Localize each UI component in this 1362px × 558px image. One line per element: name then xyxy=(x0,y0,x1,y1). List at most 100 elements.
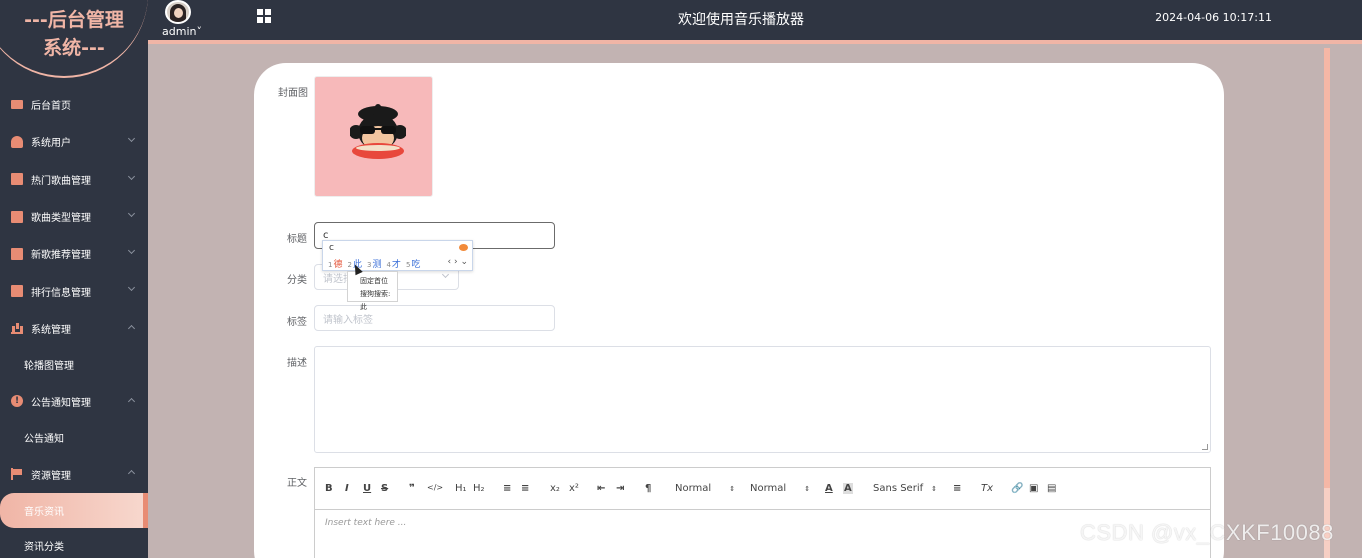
strike-button[interactable]: S xyxy=(381,483,388,494)
sidebar-item-hot-songs[interactable]: 热门歌曲管理 xyxy=(0,161,148,198)
candidate-text: 德 xyxy=(333,260,343,270)
chevron-down-icon xyxy=(127,284,136,292)
sidebar-item-label: 系统管理 xyxy=(31,324,71,336)
font-family-value: Sans Serif xyxy=(873,483,924,494)
italic-button[interactable]: I xyxy=(345,483,349,494)
sidebar-menu: 后台首页 系统用户 热门歌曲管理 歌曲类型管理 新歌推荐管理 排行信息管理 系统… xyxy=(0,86,148,558)
ime-candidate[interactable]: 4才 xyxy=(386,257,400,270)
body-label: 正文 xyxy=(287,478,307,489)
sidebar-item-label: 轮播图管理 xyxy=(24,361,74,373)
flag-icon xyxy=(11,468,23,481)
bullet-list-button[interactable]: ≡ xyxy=(521,483,529,494)
blockquote-button[interactable]: ❞ xyxy=(409,483,415,494)
ime-menu-pin[interactable]: 固定首位 xyxy=(360,275,397,288)
chevron-down-icon xyxy=(441,270,450,279)
bold-button[interactable]: B xyxy=(325,483,333,494)
sidebar-item-song-types[interactable]: 歌曲类型管理 xyxy=(0,198,148,235)
text-direction-button[interactable]: ¶ xyxy=(645,483,651,494)
header-accent-line xyxy=(148,40,1362,44)
sidebar-item-label: 系统用户 xyxy=(31,138,71,150)
logo-line-2: 系统--- xyxy=(43,37,105,59)
resize-handle-icon[interactable] xyxy=(1202,444,1208,450)
cover-image-upload[interactable] xyxy=(314,76,433,197)
clear-format-button[interactable]: Tx xyxy=(981,483,993,494)
watermark: CSDN @vx_CXKF10088 xyxy=(1080,520,1334,545)
bar-chart-icon xyxy=(11,322,23,335)
candidate-text: 吃 xyxy=(411,260,421,270)
header2-button[interactable]: H₂ xyxy=(473,483,485,494)
font-size-select[interactable]: Normal ⇕ xyxy=(675,483,735,494)
sidebar-item-news-category[interactable]: 资讯分类 xyxy=(0,528,148,558)
align-button[interactable]: ≡ xyxy=(953,483,961,494)
sidebar-item-notices[interactable]: ! 公告通知管理 xyxy=(0,383,148,420)
header-select[interactable]: Normal ⇕ xyxy=(750,483,810,494)
outdent-button[interactable]: ⇤ xyxy=(597,483,605,494)
font-family-select[interactable]: Sans Serif ⇕ xyxy=(873,483,937,494)
candidate-number: 5 xyxy=(405,261,411,269)
sidebar-item-music-news[interactable]: 音乐资讯 xyxy=(0,492,148,529)
ime-menu-search[interactable]: 搜狗搜索:此 xyxy=(360,288,397,314)
description-textarea[interactable] xyxy=(314,346,1211,453)
ime-logo-icon xyxy=(459,244,468,251)
monkey-logo-image xyxy=(350,104,406,159)
header-value: Normal xyxy=(750,483,787,494)
tag-input[interactable]: 请输入标签 xyxy=(314,305,555,331)
sidebar-item-carousel[interactable]: 轮播图管理 xyxy=(0,347,148,383)
current-datetime: 2024-04-06 10:17:11 xyxy=(1155,11,1272,24)
ordered-list-button[interactable]: ≡ xyxy=(503,483,511,494)
indent-button[interactable]: ⇥ xyxy=(616,483,624,494)
scrollbar-thumb[interactable] xyxy=(1324,48,1330,488)
text-color-button[interactable]: A xyxy=(825,483,833,494)
underline-button[interactable]: U xyxy=(363,483,371,494)
sidebar-item-label: 歌曲类型管理 xyxy=(31,213,91,225)
sidebar-item-notice[interactable]: 公告通知 xyxy=(0,420,148,456)
chevron-up-icon xyxy=(127,470,136,478)
font-size-value: Normal xyxy=(675,483,712,494)
code-block-button[interactable]: </> xyxy=(427,483,443,492)
user-icon xyxy=(11,135,23,148)
header1-button[interactable]: H₁ xyxy=(455,483,467,494)
chart-icon xyxy=(11,173,23,186)
sidebar-item-label: 资讯分类 xyxy=(24,542,64,554)
sidebar-item-label: 音乐资讯 xyxy=(24,506,64,518)
sidebar-item-new-songs[interactable]: 新歌推荐管理 xyxy=(0,235,148,272)
ime-candidate[interactable]: 3测 xyxy=(367,257,381,270)
sidebar-item-resources[interactable]: 资源管理 xyxy=(0,455,148,492)
sidebar-item-label: 热门歌曲管理 xyxy=(31,175,91,187)
monitor-icon xyxy=(11,100,23,110)
sidebar-item-label: 新歌推荐管理 xyxy=(31,250,91,262)
sidebar: ---后台管理 系统--- 后台首页 系统用户 热门歌曲管理 歌曲类型管理 新歌… xyxy=(0,0,148,558)
sidebar-item-system[interactable]: 系统管理 xyxy=(0,310,148,347)
sidebar-item-rankings[interactable]: 排行信息管理 xyxy=(0,272,148,309)
sidebar-item-label: 排行信息管理 xyxy=(31,287,91,299)
sidebar-item-users[interactable]: 系统用户 xyxy=(0,123,148,160)
cover-label: 封面图 xyxy=(278,88,308,99)
select-arrows-icon: ⇕ xyxy=(804,485,811,493)
candidate-number: 4 xyxy=(386,261,391,269)
chart-icon xyxy=(11,247,23,260)
chevron-down-icon xyxy=(127,135,136,143)
chevron-up-icon xyxy=(127,324,136,332)
image-button[interactable]: ▣ xyxy=(1029,483,1038,494)
sidebar-item-label: 公告通知 xyxy=(24,434,64,446)
sidebar-item-home[interactable]: 后台首页 xyxy=(0,86,148,123)
subscript-button[interactable]: x₂ xyxy=(550,483,560,494)
ime-candidate[interactable]: 1德 xyxy=(328,257,342,270)
info-icon: ! xyxy=(11,395,23,408)
video-button[interactable]: ▤ xyxy=(1047,483,1056,494)
link-button[interactable]: 🔗 xyxy=(1011,483,1023,494)
rich-text-editor: B I U S ❞ </> H₁ H₂ ≡ ≡ x₂ x² ⇤ ⇥ ¶ Norm… xyxy=(314,467,1211,558)
editor-placeholder[interactable]: Insert text here ... xyxy=(325,518,406,528)
chart-icon xyxy=(11,285,23,298)
ime-context-menu: 固定首位 搜狗搜索:此 xyxy=(347,271,398,311)
ime-composition: c xyxy=(329,243,334,253)
chevron-down-icon xyxy=(127,172,136,180)
ime-candidates: 1德 2此 3测 4才 5吃 xyxy=(328,257,420,270)
ime-candidate[interactable]: 5吃 xyxy=(406,257,420,270)
candidate-text: 测 xyxy=(372,260,382,270)
tag-label: 标签 xyxy=(287,317,307,328)
superscript-button[interactable]: x² xyxy=(569,483,579,494)
background-color-button[interactable]: A xyxy=(843,483,853,494)
category-label: 分类 xyxy=(287,275,307,286)
ime-page-nav[interactable]: ‹ › ⌄ xyxy=(448,257,468,267)
